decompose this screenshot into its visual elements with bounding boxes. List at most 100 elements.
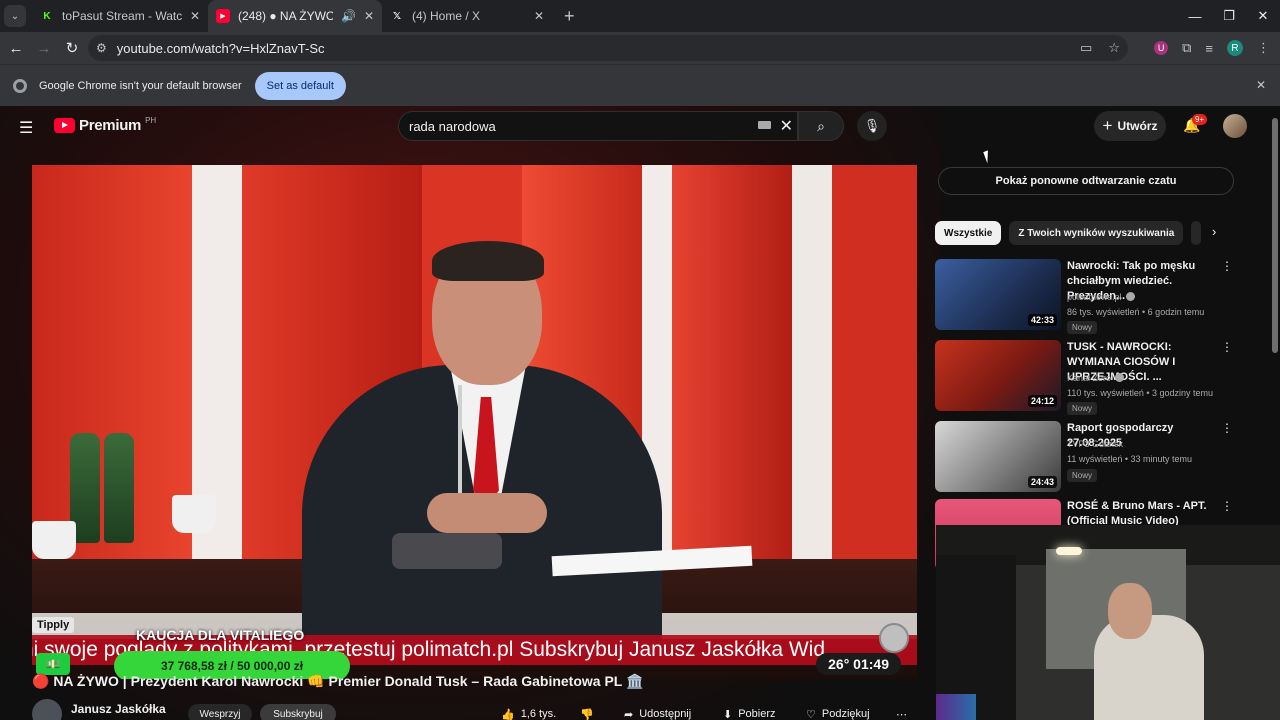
- support-button[interactable]: Wesprzyj: [188, 704, 252, 720]
- tab-close-icon[interactable]: ✕: [534, 9, 544, 23]
- more-options-icon[interactable]: ⋮: [1221, 259, 1233, 273]
- tab-kick[interactable]: K toPasut Stream - Watch Live on ✕: [32, 0, 208, 32]
- money-icon: 💵: [36, 653, 70, 675]
- tab-title: (248) ● NA ŻYWO | Prezy: [238, 9, 333, 23]
- recommendation-item[interactable]: 24:12 TUSK - NAWROCKI: WYMIANA CIOSÓW I …: [935, 340, 1235, 415]
- masthead: ☰ Premium PH rada narodowa ✕ ⌕ 🎙 + Utwór…: [0, 106, 1280, 146]
- cup: [32, 521, 76, 559]
- more-options-icon[interactable]: ⋮: [1221, 499, 1233, 513]
- chevron-right-icon[interactable]: ›: [1212, 224, 1216, 239]
- webcam-rgb-lights: [936, 694, 976, 720]
- tab-close-icon[interactable]: ✕: [190, 9, 200, 23]
- tab-x[interactable]: 𝕏 (4) Home / X ✕: [382, 0, 552, 32]
- window-controls: — ❐ ✕: [1178, 0, 1280, 32]
- infobar-close-icon[interactable]: ✕: [1256, 78, 1266, 92]
- tab-youtube[interactable]: ▶ (248) ● NA ŻYWO | Prezy 🔊 ✕: [208, 0, 382, 32]
- site-info-icon[interactable]: ⚙: [96, 41, 107, 55]
- omnibox-icons: ▭ ☆: [1080, 35, 1120, 61]
- tab-search-button[interactable]: ⌄: [4, 5, 26, 27]
- video-thumbnail[interactable]: 42:33: [935, 259, 1061, 330]
- extension-icon[interactable]: U: [1154, 41, 1169, 55]
- rec-channel[interactable]: Kanał Zero: [1067, 373, 1125, 383]
- tipply-label: Tipply: [32, 617, 75, 633]
- minimize-button[interactable]: —: [1178, 0, 1212, 32]
- create-label: Utwórz: [1117, 119, 1158, 133]
- rec-channel[interactable]: TVP3 Gdańsk: [1067, 439, 1123, 449]
- back-button[interactable]: ←: [2, 40, 30, 57]
- download-icon: ⬇: [723, 708, 733, 720]
- like-count: 1,6 tys.: [520, 708, 557, 720]
- browser-toolbar: ← → ↻ ⚙ youtube.com/watch?v=HxlZnavT-Sc …: [0, 32, 1280, 64]
- like-button[interactable]: 👍 1,6 tys.: [501, 704, 556, 720]
- donation-goal-text: 37 768,58 zł / 50 000,00 zł: [160, 659, 304, 673]
- channel-watermark-icon: [879, 623, 909, 653]
- thanks-icon: ♡: [806, 708, 816, 720]
- subscribe-button[interactable]: Subskrybuj: [260, 704, 336, 720]
- youtube-logo[interactable]: Premium PH: [54, 116, 156, 134]
- download-button[interactable]: ⬇ Pobierz: [723, 704, 776, 720]
- x-icon: 𝕏: [392, 10, 402, 22]
- recommendation-item[interactable]: 42:33 Nawrocki: Tak po męsku chciałbym w…: [935, 259, 1235, 334]
- notification-badge: 9+: [1192, 114, 1208, 125]
- share-label: Udostępnij: [639, 708, 692, 720]
- forward-button[interactable]: →: [30, 40, 58, 57]
- tab-title: (4) Home / X: [412, 9, 481, 23]
- reload-button[interactable]: ↻: [58, 39, 86, 57]
- create-button[interactable]: + Utwórz: [1094, 111, 1166, 141]
- show-chat-replay-button[interactable]: Pokaż ponowne odtwarzanie czatu: [938, 167, 1234, 195]
- donation-title: KAUCJA DLA VITALIEGO: [136, 627, 305, 643]
- new-tab-button[interactable]: +: [564, 6, 575, 27]
- search-button[interactable]: ⌕: [798, 111, 844, 141]
- bookmark-star-icon[interactable]: ☆: [1108, 40, 1120, 56]
- more-actions-button[interactable]: ⋯: [896, 704, 907, 720]
- menu-kebab-icon[interactable]: ⋮: [1257, 40, 1270, 56]
- chip-from-search[interactable]: Z Twoich wyników wyszukiwania: [1009, 221, 1184, 245]
- video-thumbnail[interactable]: 24:43: [935, 421, 1061, 492]
- more-options-icon[interactable]: ⋮: [1221, 421, 1233, 435]
- url-text: youtube.com/watch?v=HxlZnavT-Sc: [116, 40, 325, 56]
- video-thumbnail[interactable]: 24:12: [935, 340, 1061, 411]
- bottle: [104, 433, 134, 543]
- webcam-streamer-head: [1108, 583, 1152, 639]
- filter-chips: Wszystkie Z Twoich wyników wyszukiwania: [935, 221, 1202, 245]
- recommendation-item[interactable]: 24:43 Raport gospodarczy 27.08.2025 TVP3…: [935, 421, 1235, 493]
- tab-close-icon[interactable]: ✕: [364, 9, 374, 23]
- voice-search-button[interactable]: 🎙: [857, 111, 887, 141]
- verified-icon: [1125, 292, 1135, 301]
- channel-name[interactable]: Janusz Jaskółka: [71, 702, 166, 716]
- thanks-button[interactable]: ♡ Podziękuj: [806, 704, 870, 720]
- new-badge: Nowy: [1067, 321, 1098, 334]
- audio-icon[interactable]: 🔊: [341, 9, 356, 23]
- webcam-ceiling-light: [1056, 547, 1082, 555]
- webcam-streamer: [1094, 615, 1204, 720]
- infobar-text: Google Chrome isn't your default browser: [39, 79, 242, 92]
- address-bar[interactable]: ⚙ youtube.com/watch?v=HxlZnavT-Sc ▭ ☆: [88, 35, 1128, 61]
- browser-tabstrip: ⌄ K toPasut Stream - Watch Live on ✕ ▶ (…: [0, 0, 1280, 32]
- clear-search-icon[interactable]: ✕: [780, 116, 793, 136]
- media-controls-icon[interactable]: ≡: [1205, 41, 1213, 56]
- chip-all[interactable]: Wszystkie: [935, 221, 1002, 245]
- page-scrollbar[interactable]: [1272, 118, 1278, 353]
- more-options-icon[interactable]: ⋮: [1221, 340, 1233, 354]
- rec-channel[interactable]: polsatnews.pl: [1067, 292, 1135, 302]
- video-player[interactable]: ni swoje poglądy z politykami, przetestu…: [32, 165, 917, 679]
- keyboard-icon[interactable]: [758, 121, 771, 129]
- close-window-button[interactable]: ✕: [1246, 0, 1280, 32]
- menu-icon[interactable]: ☰: [19, 118, 33, 138]
- puzzle-icon[interactable]: ⧉: [1182, 40, 1191, 56]
- new-badge: Nowy: [1067, 402, 1098, 415]
- search-input[interactable]: rada narodowa ✕: [398, 111, 798, 141]
- profile-avatar[interactable]: R: [1227, 40, 1243, 56]
- chip-partial[interactable]: [1191, 221, 1202, 245]
- dislike-button[interactable]: 👎: [580, 704, 600, 720]
- cast-icon[interactable]: ▭: [1080, 40, 1092, 56]
- maximize-button[interactable]: ❐: [1212, 0, 1246, 32]
- rec-meta: 11 wyświetleń • 33 minuty temu: [1067, 454, 1193, 464]
- youtube-play-icon: [54, 118, 75, 133]
- account-avatar[interactable]: [1223, 114, 1247, 138]
- share-button[interactable]: ➦ Udostępnij: [624, 704, 691, 720]
- chrome-icon: [13, 78, 27, 93]
- youtube-page: ☰ Premium PH rada narodowa ✕ ⌕ 🎙 + Utwór…: [0, 106, 1280, 720]
- set-default-button[interactable]: Set as default: [254, 71, 346, 100]
- speaker-hair: [432, 241, 544, 281]
